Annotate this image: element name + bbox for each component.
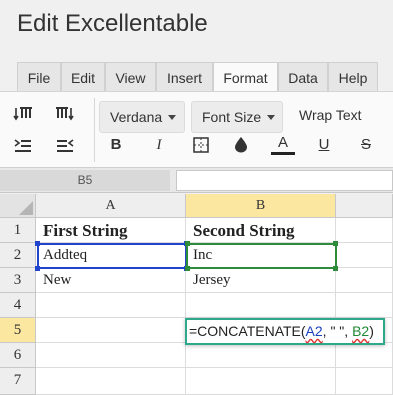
bold-button[interactable]: B: [104, 134, 128, 156]
formula-input[interactable]: [176, 170, 393, 191]
tab-format[interactable]: Format: [213, 62, 278, 92]
cell-reference-box[interactable]: B5: [0, 170, 170, 191]
row-header-2[interactable]: 2: [0, 243, 36, 268]
chevron-down-icon: [267, 114, 276, 120]
cell-c7[interactable]: [336, 368, 393, 395]
cell-b4[interactable]: [186, 293, 336, 318]
formula-prefix: =CONCATENATE(: [189, 323, 306, 339]
tab-view[interactable]: View: [105, 62, 156, 92]
row-header-1[interactable]: 1: [0, 218, 36, 243]
formula-bar: B5: [0, 167, 393, 193]
cell-a4[interactable]: [36, 293, 186, 318]
cell-editor-b5[interactable]: =CONCATENATE(A2, " ", B2): [185, 318, 385, 345]
indent-left-icon[interactable]: [12, 135, 34, 157]
cell-a3[interactable]: New: [36, 268, 186, 293]
formula-reference-a2: A2: [305, 323, 323, 339]
reference-handle[interactable]: [35, 266, 40, 271]
column-header-a[interactable]: A: [36, 194, 186, 218]
reference-handle[interactable]: [185, 241, 190, 246]
tab-data[interactable]: Data: [278, 62, 328, 92]
reference-handle[interactable]: [185, 266, 190, 271]
underline-button[interactable]: U: [312, 134, 336, 156]
spreadsheet-grid: A B 1 2 3 4 5 6 7 First String Second St…: [0, 194, 393, 395]
row-header-4[interactable]: 4: [0, 293, 36, 318]
font-family-dropdown[interactable]: Verdana: [99, 101, 185, 133]
formula-suffix: ): [369, 323, 374, 339]
cell-a7[interactable]: [36, 368, 186, 395]
cell-c2[interactable]: [336, 243, 393, 268]
tab-insert[interactable]: Insert: [156, 62, 213, 92]
font-size-value: Font Size: [202, 109, 262, 125]
reference-handle[interactable]: [333, 241, 338, 246]
row-header-6[interactable]: 6: [0, 343, 36, 368]
cell-b7[interactable]: [186, 368, 336, 395]
cell-a1[interactable]: First String: [36, 218, 186, 243]
row-header-5[interactable]: 5: [0, 318, 36, 343]
app-title: Edit Excellentable: [17, 10, 208, 37]
row-header-3[interactable]: 3: [0, 268, 36, 293]
formula-separator: , " ",: [322, 323, 353, 339]
cell-c4[interactable]: [336, 293, 393, 318]
insert-row-below-icon[interactable]: [54, 104, 76, 126]
cell-b2[interactable]: Inc: [186, 243, 336, 268]
insert-row-above-icon[interactable]: [12, 104, 34, 126]
select-all-corner[interactable]: [0, 194, 36, 218]
column-header-c[interactable]: [336, 194, 393, 218]
cell-b3[interactable]: Jersey: [186, 268, 336, 293]
borders-icon[interactable]: [190, 134, 212, 156]
cell-c6[interactable]: [336, 343, 393, 368]
strikethrough-button[interactable]: S: [354, 134, 378, 156]
italic-button[interactable]: I: [147, 134, 171, 156]
font-size-dropdown[interactable]: Font Size: [191, 101, 283, 133]
fill-color-icon[interactable]: [230, 134, 252, 156]
reference-handle[interactable]: [333, 266, 338, 271]
tab-help[interactable]: Help: [328, 62, 378, 92]
indent-right-icon[interactable]: [54, 135, 76, 157]
toolbar-divider: [94, 98, 95, 162]
tab-file[interactable]: File: [17, 62, 61, 92]
cell-c1[interactable]: [336, 218, 393, 243]
menu-tabs: File Edit View Insert Format Data Help: [0, 62, 393, 92]
font-family-value: Verdana: [110, 109, 163, 125]
cell-b6[interactable]: [186, 343, 336, 368]
tab-edit[interactable]: Edit: [61, 62, 105, 92]
row-header-7[interactable]: 7: [0, 368, 36, 395]
cell-c3[interactable]: [336, 268, 393, 293]
wrap-text-button[interactable]: Wrap Text: [299, 107, 362, 123]
cell-b1[interactable]: Second String: [186, 218, 336, 243]
formula-reference-b2: B2: [352, 323, 370, 339]
chevron-down-icon: [168, 114, 177, 120]
cell-a6[interactable]: [36, 343, 186, 368]
column-header-b[interactable]: B: [186, 194, 336, 218]
reference-handle[interactable]: [35, 241, 40, 246]
cell-a2[interactable]: Addteq: [36, 243, 186, 268]
cell-a5[interactable]: [36, 318, 186, 343]
title-bar: Edit Excellentable: [0, 0, 393, 58]
font-color-button[interactable]: A: [271, 134, 295, 155]
